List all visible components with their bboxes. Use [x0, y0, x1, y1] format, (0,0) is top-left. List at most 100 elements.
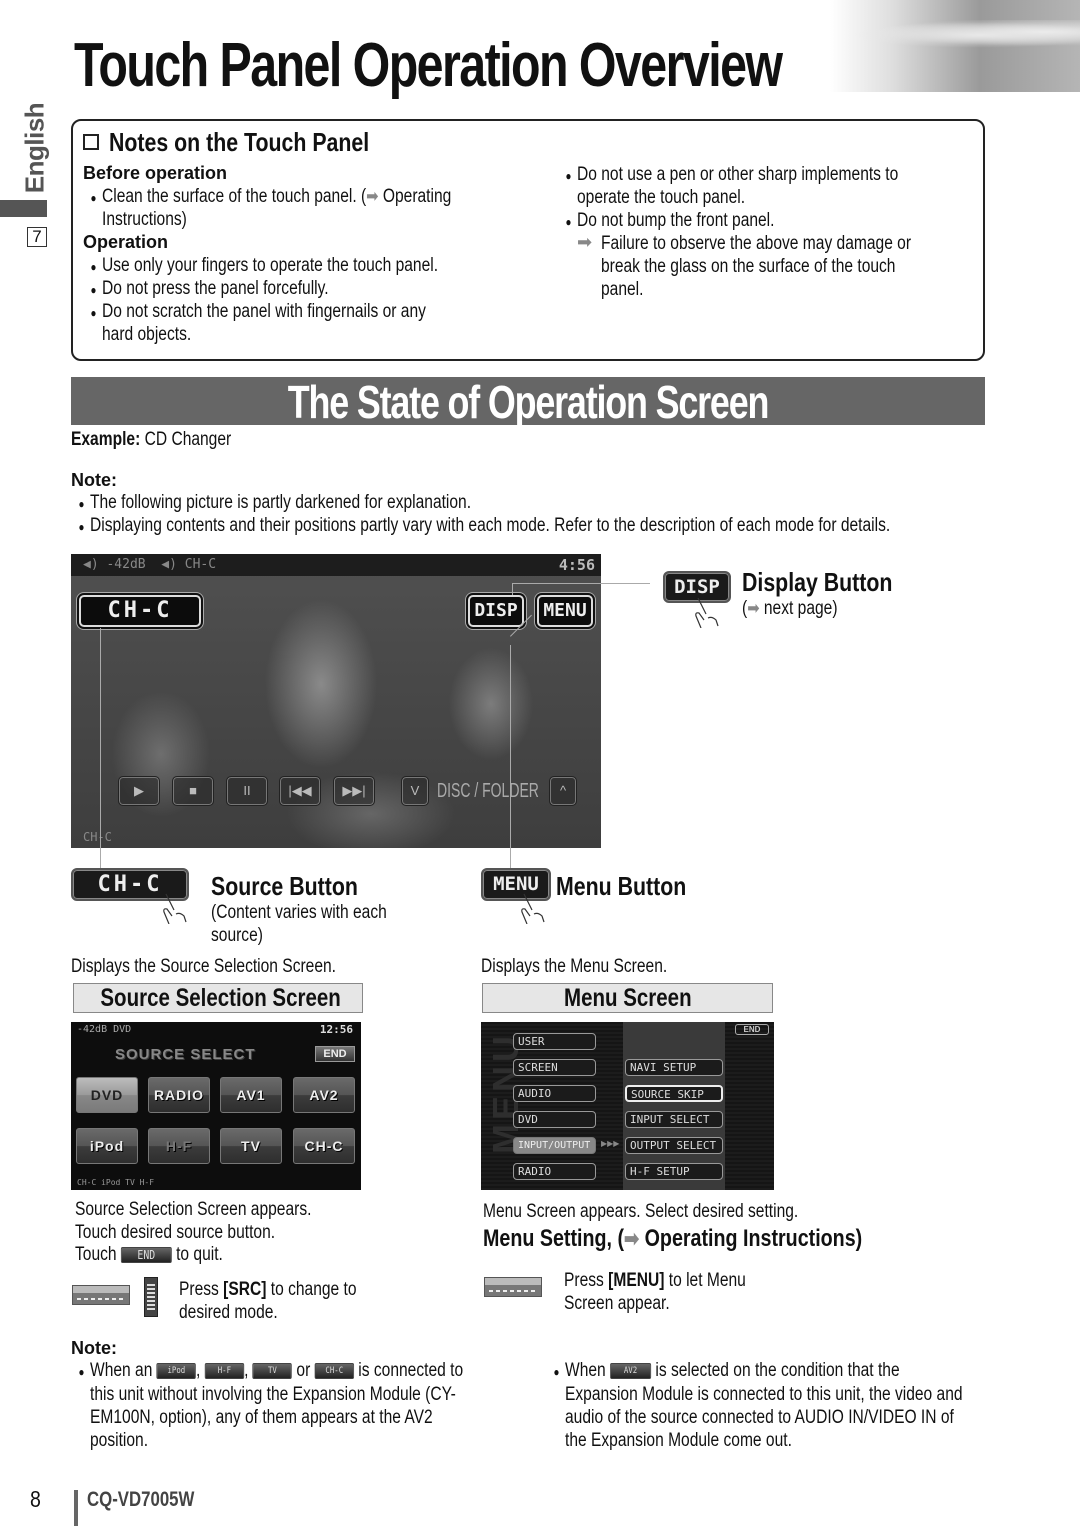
menu-item-user[interactable]: USER [513, 1033, 596, 1050]
src-title: SOURCE SELECT [115, 1046, 256, 1063]
speaker-icon: ◀) [161, 557, 177, 572]
tv-chip: TV [252, 1362, 293, 1379]
bottom-note-cont: position. [90, 1430, 149, 1451]
src-text: Source Selection Screen appears. [75, 1199, 312, 1220]
arrow-right-icon: ➡ [624, 1226, 640, 1251]
operation-screen-image: ◀) -42dB ◀) CH-C 4:56 CH-C DISP MENU ▶ ■… [71, 554, 601, 848]
operation-heading: Operation [83, 232, 169, 252]
src-button-dvd[interactable]: DVD [76, 1077, 138, 1113]
src-button-chc[interactable]: CH-C [293, 1128, 355, 1164]
note-item-cont: operate the touch panel. [577, 187, 746, 208]
submenu-source-skip[interactable]: SOURCE SKIP [625, 1085, 723, 1102]
side-bar-marker [0, 200, 47, 217]
callout-line-disp [512, 583, 650, 584]
stop-button[interactable]: ■ [172, 776, 214, 806]
folder-down-button[interactable]: V [401, 776, 429, 806]
submenu-hf-setup[interactable]: H-F SETUP [625, 1163, 723, 1180]
status-volume: -42dB [106, 557, 146, 572]
src-button-av2[interactable]: AV2 [293, 1077, 355, 1113]
header-sky-image [830, 0, 1080, 92]
display-button-title: Display Button [742, 567, 893, 597]
bottom-note-label: Note: [71, 1338, 117, 1358]
menu-screen-header: Menu Screen [482, 983, 773, 1013]
remote-control-icon [144, 1277, 158, 1317]
note-item: Use only your fingers to operate the tou… [91, 254, 439, 279]
src-button-ipod[interactable]: iPod [76, 1128, 138, 1164]
av2-chip: AV2 [610, 1362, 652, 1379]
note-item: Do not bump the front panel. [566, 209, 775, 234]
note-item: The following picture is partly darkened… [79, 491, 472, 516]
src-text-end: Touch END to quit. [75, 1244, 223, 1265]
submenu-output-select[interactable]: OUTPUT SELECT [625, 1137, 723, 1154]
src-button-radio[interactable]: RADIO [148, 1077, 210, 1113]
note-item: Do not use a pen or other sharp implemen… [566, 163, 899, 188]
submenu-arrow-icon: ▶▶▶ [601, 1139, 620, 1148]
callout-line-source [100, 628, 101, 873]
notes-title: Notes on the Touch Panel [109, 127, 370, 157]
hand-pointer-icon [163, 893, 187, 924]
note-label: Note: [71, 470, 117, 490]
submenu-input-select[interactable]: INPUT SELECT [625, 1111, 723, 1128]
menu-item-screen[interactable]: SCREEN [513, 1059, 596, 1076]
source-button-sub: source) [211, 925, 263, 946]
status-time: 4:56 [558, 556, 595, 574]
disc-folder-label: DISC / FOLDER [437, 780, 539, 802]
src-time: 12:56 [319, 1023, 353, 1036]
section-title: The State of Operation Screen [287, 376, 770, 428]
chc-chip: CH-C [314, 1362, 354, 1379]
callout-line-disp [512, 583, 513, 595]
menu-setting-title: Menu Setting, (➡ Operating Instructions) [483, 1225, 863, 1252]
source-button[interactable]: CH-C [79, 595, 201, 627]
note-item-cont: Instructions) [102, 209, 187, 230]
source-button-desc: Displays the Source Selection Screen. [71, 956, 337, 977]
head-unit-icon [484, 1277, 542, 1297]
note-item: Displaying contents and their positions … [79, 514, 891, 539]
footer-divider [74, 1490, 78, 1526]
pause-button[interactable]: II [226, 776, 268, 806]
disp-button[interactable]: DISP [468, 595, 524, 627]
src-press-text: Press [SRC] to change to [179, 1279, 357, 1300]
language-tab: English [20, 100, 50, 195]
previous-track-button[interactable]: |◀◀ [279, 776, 321, 806]
language-tab-label: English [19, 102, 50, 193]
menu-button-desc: Displays the Menu Screen. [481, 956, 668, 977]
note-warning-cont: break the glass on the surface of the to… [601, 256, 896, 277]
menu-press-text: Press [MENU] to let Menu [564, 1270, 746, 1291]
status-source: CH-C [184, 557, 217, 572]
next-track-button[interactable]: ▶▶| [333, 776, 375, 806]
checkbox-square-icon [83, 134, 99, 150]
folder-up-button[interactable]: ^ [549, 776, 577, 806]
play-button[interactable]: ▶ [118, 776, 160, 806]
note-item-cont: hard objects. [102, 324, 192, 345]
hf-chip: H-F [204, 1362, 245, 1379]
submenu-navi-setup[interactable]: NAVI SETUP [625, 1059, 723, 1076]
footer-model-number: CQ-VD7005W [87, 1488, 195, 1511]
display-button-sub: (➡ next page) [742, 598, 838, 619]
menu-item-audio[interactable]: AUDIO [513, 1085, 596, 1102]
note-warning-cont: panel. [601, 279, 644, 300]
src-status: -42dB DVD [77, 1024, 132, 1035]
note-item: Do not press the panel forcefully. [91, 277, 329, 302]
menu-item-dvd[interactable]: DVD [513, 1111, 596, 1128]
menu-item-radio[interactable]: RADIO [513, 1163, 596, 1180]
section-header-bar: The State of Operation Screen [71, 376, 985, 428]
hand-pointer-icon [695, 597, 719, 628]
menu-end-button[interactable]: END [735, 1024, 769, 1035]
arrow-right-icon: ➡ [366, 186, 379, 206]
arrow-right-icon: ➡ [577, 232, 593, 252]
bottom-note-cont: audio of the source connected to AUDIO I… [565, 1407, 954, 1428]
bottom-note-cont: EM100N, option), any of them appears at … [90, 1407, 433, 1428]
src-button-tv[interactable]: TV [220, 1128, 282, 1164]
menu-screen-image: MENU END USER SCREEN AUDIO DVD INPUT/OUT… [481, 1022, 774, 1190]
callout-line-menu [510, 645, 511, 873]
menu-press-text-cont: Screen appear. [564, 1293, 670, 1314]
menu-item-input-output[interactable]: INPUT/OUTPUT [513, 1137, 596, 1154]
note-warning: Failure to observe the above may damage … [601, 233, 912, 254]
menu-button[interactable]: MENU [537, 595, 593, 627]
src-button-hf[interactable]: H-F [148, 1128, 210, 1164]
src-end-button[interactable]: END [315, 1046, 355, 1062]
before-operation-heading: Before operation [83, 163, 228, 183]
src-footer: CH-C iPod TV H-F [77, 1178, 155, 1187]
src-button-av1[interactable]: AV1 [220, 1077, 282, 1113]
example-line: Example: CD Changer [71, 429, 232, 450]
